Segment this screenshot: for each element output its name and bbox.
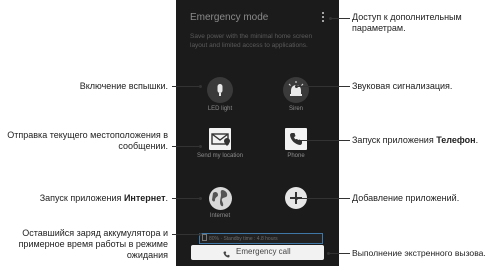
siren-icon: [283, 77, 309, 103]
leader-line: [172, 146, 200, 147]
leader-dot: [329, 17, 332, 20]
phone-screen: Emergency mode Save power with the minim…: [176, 0, 339, 266]
annotation-phone: Запуск приложения Телефон.: [352, 135, 479, 145]
leader-dot: [295, 197, 298, 200]
leader-line: [296, 86, 350, 87]
leader-dot: [199, 233, 202, 236]
annotation-emergency-call: Выполнение экстренного вызова.: [352, 248, 486, 258]
leader-line: [172, 198, 200, 199]
internet-button[interactable]: Internet: [190, 187, 250, 220]
leader-dot: [199, 145, 202, 148]
leader-line: [296, 198, 350, 199]
message-location-icon: [209, 128, 231, 150]
phone-label: Phone: [287, 153, 305, 159]
leader-line: [330, 18, 350, 19]
led-light-label: LED light: [207, 106, 233, 112]
leader-dot: [199, 85, 202, 88]
battery-icon: [202, 234, 207, 241]
screen-title: Emergency mode: [190, 12, 269, 23]
leader-dot: [327, 252, 330, 255]
phone-button[interactable]: Phone: [266, 128, 326, 160]
more-options-icon[interactable]: [320, 12, 326, 26]
flashlight-icon: [207, 77, 233, 103]
battery-status-text: 80% · Standby time : 4.8 hours: [209, 236, 278, 242]
send-location-button[interactable]: Send my location: [190, 128, 250, 160]
leader-line: [172, 234, 200, 235]
annotation-send-location: Отправка текущего местоположения в сообщ…: [7, 130, 168, 151]
emergency-call-label: Emergency call: [236, 247, 291, 256]
siren-label: Siren: [288, 106, 303, 112]
leader-line: [296, 140, 350, 141]
leader-dot: [295, 85, 298, 88]
leader-line: [328, 253, 350, 254]
leader-line: [172, 86, 200, 87]
mode-description: Save power with the minimal home screen …: [190, 33, 313, 49]
annotation-battery: Оставшийся заряд аккумулятора и примерно…: [18, 228, 168, 260]
phone-handset-icon: [221, 247, 232, 265]
battery-status: 80% · Standby time : 4.8 hours: [199, 233, 323, 244]
annotation-internet: Запуск приложения Интернет.: [39, 193, 168, 203]
internet-label: Internet: [209, 213, 231, 219]
annotation-flash: Включение вспышки.: [79, 81, 168, 91]
annotation-siren: Звуковая сигнализация.: [352, 81, 453, 91]
led-light-button[interactable]: LED light: [190, 77, 250, 113]
leader-dot: [295, 139, 298, 142]
emergency-call-button[interactable]: Emergency call: [191, 245, 324, 260]
annotation-more-options: Доступ к дополнительным параметрам.: [352, 12, 462, 33]
siren-button[interactable]: Siren: [266, 77, 326, 113]
send-location-label: Send my location: [196, 153, 244, 159]
globe-icon: [208, 187, 232, 210]
annotation-add-apps: Добавление приложений.: [352, 193, 460, 203]
leader-dot: [199, 197, 202, 200]
